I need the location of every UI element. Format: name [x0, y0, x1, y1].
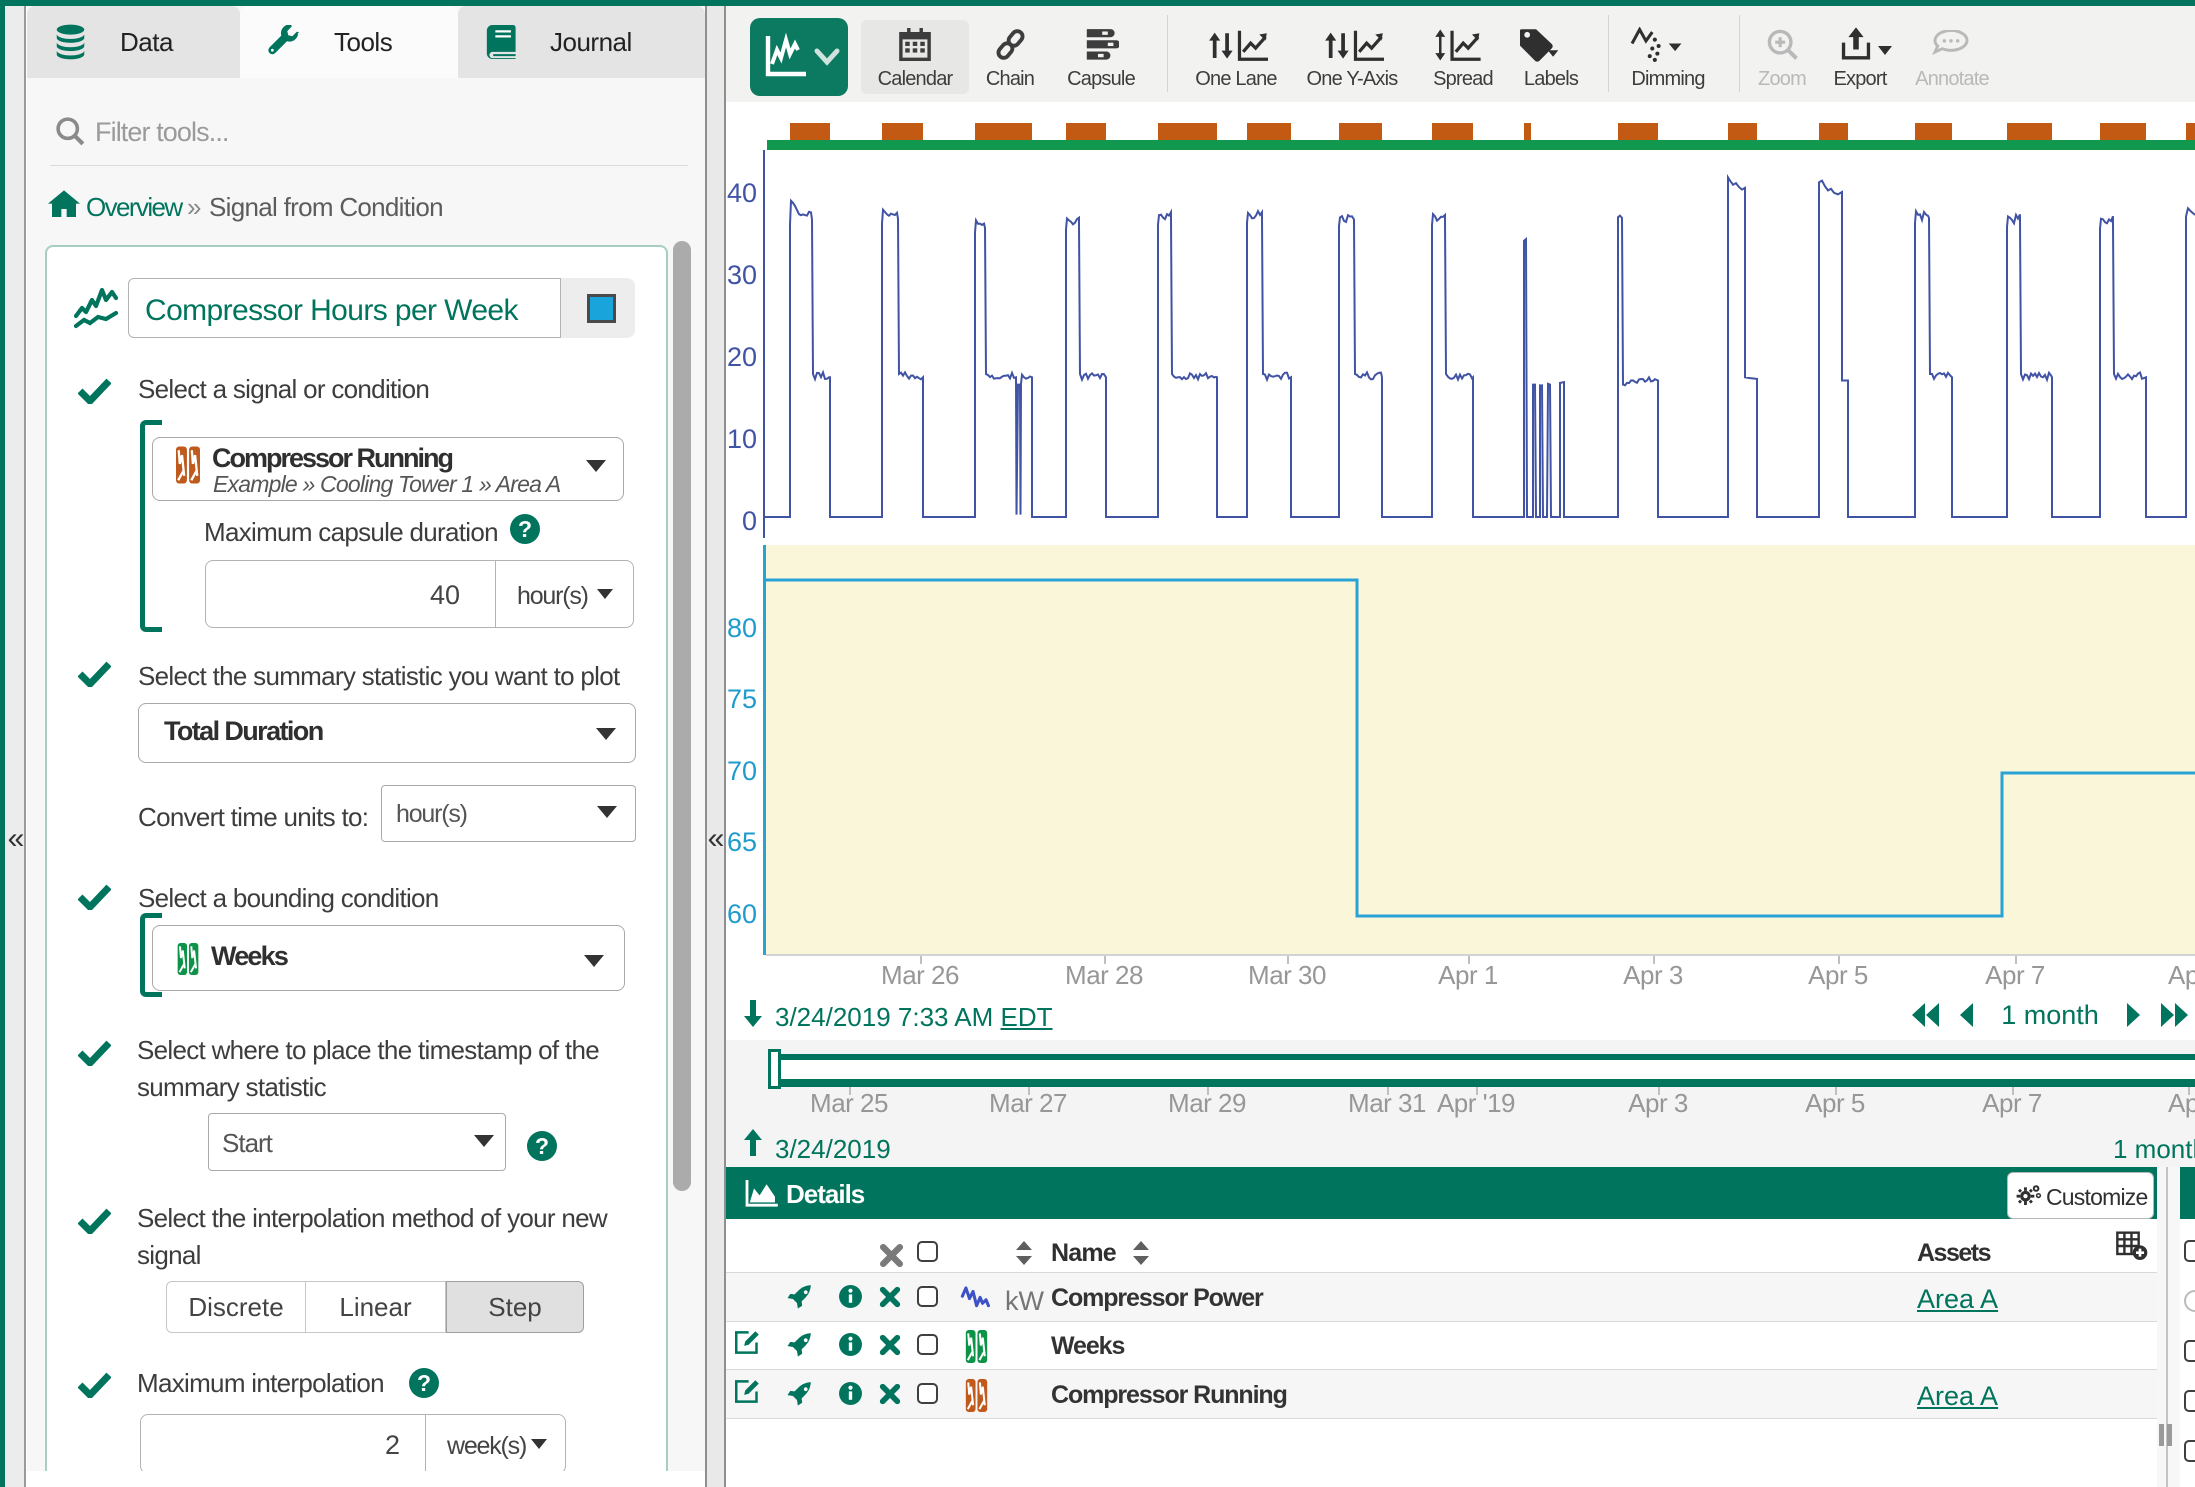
svg-text:1 month: 1 month: [2001, 1000, 2099, 1030]
